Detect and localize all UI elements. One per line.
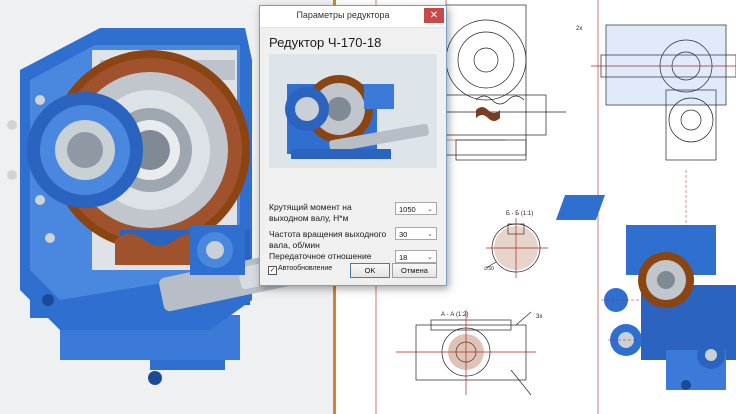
section-b-label: Б - Б (1:1): [506, 211, 533, 217]
checkbox-icon[interactable]: ✓: [268, 266, 277, 275]
chevron-down-icon: ⌄: [427, 231, 433, 238]
torque-label-line-1: Крутящий момент на: [269, 202, 352, 212]
speed-label: Частота вращения выходного вала, об/мин: [269, 229, 386, 251]
speed-label-line-2: вала, об/мин: [269, 240, 320, 250]
ratio-select[interactable]: 18 ⌄: [395, 250, 437, 263]
torque-select[interactable]: 1050 ⌄: [395, 202, 437, 215]
torque-value: 1050: [399, 205, 416, 214]
speed-select[interactable]: 30 ⌄: [395, 227, 437, 240]
ok-button[interactable]: OK: [350, 263, 390, 278]
torque-label: Крутящий момент на выходном валу, Н*м: [269, 202, 352, 224]
reducer-preview-image: [269, 54, 437, 168]
reducer-name-heading: Редуктор Ч-170-18: [269, 35, 382, 50]
dialog-title: Параметры редуктора: [296, 10, 390, 20]
section-a-label: А - А (1:2): [441, 312, 468, 318]
ratio-value: 18: [399, 253, 408, 262]
ratio-label-line-1: Передаточное отношение: [269, 251, 372, 261]
reducer-parameters-dialog: Параметры редуктора ✕ Редуктор Ч-170-18 …: [259, 5, 447, 286]
torque-label-line-2: выходном валу, Н*м: [269, 213, 349, 223]
chevron-down-icon: ⌄: [427, 206, 433, 213]
speed-label-line-1: Частота вращения выходного: [269, 229, 387, 239]
autoupdate-label: Автообновление: [278, 265, 333, 272]
close-icon[interactable]: ✕: [424, 8, 444, 23]
dialog-titlebar[interactable]: Параметры редуктора ✕: [260, 6, 446, 28]
callout-3x: 3x: [536, 314, 542, 320]
ratio-label: Передаточное отношение: [269, 251, 371, 262]
dimension-label: ∅50: [484, 266, 494, 272]
cancel-button[interactable]: Отмена: [392, 263, 437, 278]
speed-value: 30: [399, 230, 408, 239]
callout-2x: 2x: [576, 26, 582, 32]
